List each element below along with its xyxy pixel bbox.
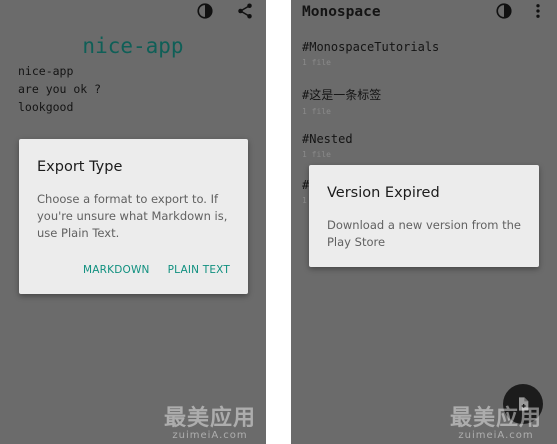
watermark: 最美应用 zuimeiA.com (160, 400, 260, 441)
right-toolbar (495, 2, 547, 20)
share-icon[interactable] (236, 2, 254, 20)
contrast-icon[interactable] (196, 2, 214, 20)
tag-item[interactable]: #这是一条标签 1 file (302, 86, 547, 132)
watermark-logo: 最美应用 (449, 406, 542, 431)
note-body[interactable]: nice-app are you ok ? lookgood (18, 62, 101, 116)
tag-count: 1 file (302, 58, 331, 67)
dialog-message: Choose a format to export to. If you're … (37, 192, 228, 240)
tag-name: #Nested (302, 132, 353, 146)
more-vert-icon[interactable] (529, 2, 547, 20)
export-type-dialog: Export Type Choose a format to export to… (19, 139, 248, 294)
markdown-button[interactable]: MARKDOWN (83, 264, 150, 276)
dialog-title: Version Expired (327, 185, 440, 201)
plain-text-button[interactable]: PLAIN TEXT (168, 264, 230, 276)
tag-name: #MonospaceTutorials (302, 40, 440, 54)
right-phone-screen: Monospace #MonospaceTutorials 1 file #这是… (291, 0, 557, 444)
watermark: 最美应用 zuimeiA.com (446, 400, 546, 441)
dialog-message: Download a new version from the Play Sto… (327, 218, 522, 249)
watermark-logo: 最美应用 (163, 406, 256, 431)
tag-count: 1 file (302, 107, 331, 116)
dialog-actions: MARKDOWN PLAIN TEXT (83, 264, 230, 276)
left-phone-screen: nice-app nice-app are you ok ? lookgood … (0, 0, 266, 444)
contrast-icon[interactable] (495, 2, 513, 20)
tag-item[interactable]: #MonospaceTutorials 1 file (302, 40, 547, 86)
watermark-url: zuimeiA.com (458, 430, 534, 441)
dialog-title: Export Type (37, 159, 123, 175)
watermark-url: zuimeiA.com (172, 430, 248, 441)
left-toolbar (196, 2, 254, 20)
app-title: Monospace (302, 4, 381, 20)
tag-count: 1 file (302, 150, 331, 159)
version-expired-dialog: Version Expired Download a new version f… (309, 165, 539, 267)
tag-name: #这是一条标签 (302, 88, 382, 102)
note-title: nice-app (82, 34, 184, 58)
